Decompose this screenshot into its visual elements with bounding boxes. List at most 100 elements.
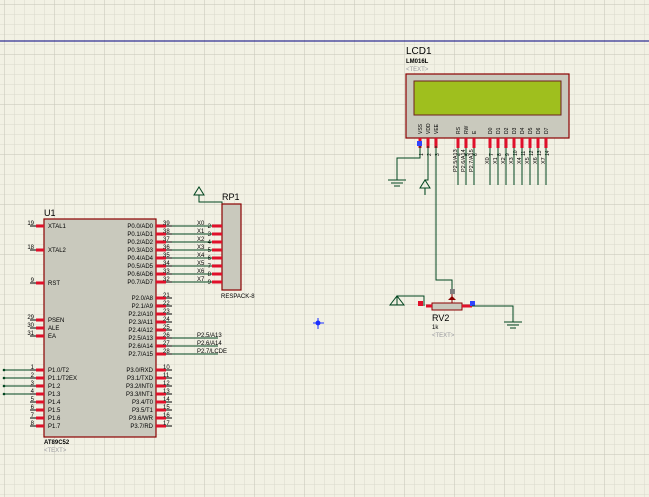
u1-pin-number: 21 [163, 293, 170, 299]
lcd-data-net: X4 [517, 157, 523, 164]
lcd-data-net: X0 [485, 157, 491, 164]
u1-pin-number: 37 [163, 237, 170, 243]
u1-p2-net: P2.6/A14 [197, 341, 222, 347]
u1-pin-name: P2.4/A12 [128, 328, 153, 334]
u1-pin-name: P3.4/T0 [132, 400, 154, 406]
lcd-screen [413, 80, 562, 116]
u1-pin-number: 10 [163, 365, 170, 371]
u1-pin-name: P0.3/AD3 [127, 248, 153, 254]
u1-p0-net: X5 [197, 261, 205, 267]
u1-pin-number: 25 [163, 325, 170, 331]
u1-p2-net: P2.5/A13 [197, 333, 222, 339]
u1-pin-name: P0.0/AD0 [127, 224, 153, 230]
u1-pin-number: 14 [163, 397, 170, 403]
rv2-body [431, 302, 463, 311]
u1-pin-name: P2.7/A15 [128, 352, 153, 358]
u1-pin-name: XTAL1 [48, 224, 67, 230]
u1-pin-number: 18 [27, 245, 34, 251]
lcd-data-net: X3 [509, 157, 515, 164]
u1-pin-number: 17 [163, 421, 170, 427]
u1-pin-number: 13 [163, 389, 170, 395]
u1-pin-name: ALE [48, 326, 59, 332]
u1-pin-name: P2.3/A11 [129, 320, 154, 326]
u1-pin-name: P1.0/T2 [48, 368, 70, 374]
schematic-canvas[interactable]: LCD1 LM016L <TEXT> VSS VDD VEE RS RW E D0 D1 D2 D… [0, 0, 649, 497]
u1-pin-name: P2.1/A9 [132, 304, 154, 310]
u1-pin-name: P0.6/AD6 [127, 272, 153, 278]
u1-pin-number: 39 [163, 221, 170, 227]
u1-pin-number: 15 [163, 405, 170, 411]
u1-pin-name: P3.3/INT1 [126, 392, 154, 398]
u1-pin-name: P3.6/WR [129, 416, 154, 422]
u1-pin-name: P3.5/T1 [132, 408, 154, 414]
u1-ghost-text: <TEXT> [44, 448, 67, 454]
u1-pin-name: P0.7/AD7 [127, 280, 153, 286]
u1-pin-name: P3.1/TXD [127, 376, 154, 382]
u1-part-label: AT89C52 [44, 440, 70, 446]
u1-p0-net: X0 [197, 221, 205, 227]
u1-p0-net: X6 [197, 269, 205, 275]
u1-p0-net: X4 [197, 253, 205, 259]
u1-p0-net: X1 [197, 229, 205, 235]
lcd-ghost-text: <TEXT> [406, 67, 429, 73]
lcd-ref-label: LCD1 [406, 46, 432, 57]
u1-pin-number: 36 [163, 245, 170, 251]
u1-pin-number: 24 [163, 317, 170, 323]
lcd-pin-name: VEE [434, 123, 440, 134]
u1-pin-number: 31 [27, 331, 34, 337]
lcd-data-net: X5 [525, 157, 531, 164]
lcd-pin-vss-marker [417, 141, 422, 146]
u1-pin-number: 27 [163, 341, 170, 347]
u1-pin-name: P2.0/A8 [132, 296, 154, 302]
lcd-ctrl-net: P2.7/A15 [469, 149, 475, 172]
u1-ref-label: U1 [44, 208, 56, 218]
lcd-part-label: LM016L [406, 59, 429, 65]
rp1-body [221, 203, 242, 291]
lcd-pin-name: D0 [488, 127, 494, 134]
u1-pin-name: P0.5/AD5 [127, 264, 153, 270]
u1-pin-name: P2.5/A13 [128, 336, 153, 342]
rp1-part-label: RESPACK-8 [221, 294, 255, 300]
u1-pin-number: 29 [27, 315, 34, 321]
rv2-ghost-text: <TEXT> [432, 333, 455, 339]
u1-pin-name: P3.0/RXD [126, 368, 153, 374]
u1-p0-net: X7 [197, 277, 205, 283]
u1-pin-number: 35 [163, 253, 170, 259]
u1-pin-name: P1.4 [48, 400, 61, 406]
u1-pin-number: 16 [163, 413, 170, 419]
lcd-pin-name: VDD [426, 123, 432, 134]
u1-pin-name: PSEN [48, 318, 64, 324]
lcd-data-net: X6 [533, 157, 539, 164]
rv2-value-label: 1k [432, 325, 439, 331]
u1-pin-name: P0.2/AD2 [127, 240, 153, 246]
u1-pin-number: 22 [163, 301, 170, 307]
lcd-pin-name: D5 [528, 127, 534, 134]
rv2-ref-label: RV2 [432, 313, 449, 323]
lcd-pin-name: D6 [536, 127, 542, 134]
lcd-pin-name: RW [464, 125, 470, 134]
lcd-pin-name: D7 [544, 127, 550, 134]
u1-pin-name: P3.2/INT0 [126, 384, 154, 390]
lcd-data-net: X7 [541, 157, 547, 164]
u1-pin-name: P1.2 [48, 384, 61, 390]
lcd-ctrl-net: P2.6/A14 [461, 149, 467, 172]
u1-pin-name: P2.6/A14 [128, 344, 153, 350]
u1-pin-name: P1.5 [48, 408, 61, 414]
u1-p0-net: X3 [197, 245, 205, 251]
u1-pin-number: 19 [27, 221, 34, 227]
u1-pin-name: P1.1/T2EX [48, 376, 77, 382]
lcd-pin-name: VSS [418, 123, 424, 134]
u1-pin-number: 28 [163, 349, 170, 355]
lcd-data-net: X2 [501, 157, 507, 164]
u1-pin-number: 23 [163, 309, 170, 315]
lcd-ctrl-net: P2.5/A13 [453, 149, 459, 172]
u1-pin-number: 38 [163, 229, 170, 235]
u1-pin-number: 33 [163, 269, 170, 275]
u1-pin-name: EA [48, 334, 56, 340]
u1-pin-name: P0.4/AD4 [127, 256, 153, 262]
u1-pin-name: P1.3 [48, 392, 61, 398]
u1-pin-number: 34 [163, 261, 170, 267]
u1-pin-number: 30 [27, 323, 34, 329]
u1-p0-net: X2 [197, 237, 205, 243]
lcd-pin-name: D4 [520, 127, 526, 134]
